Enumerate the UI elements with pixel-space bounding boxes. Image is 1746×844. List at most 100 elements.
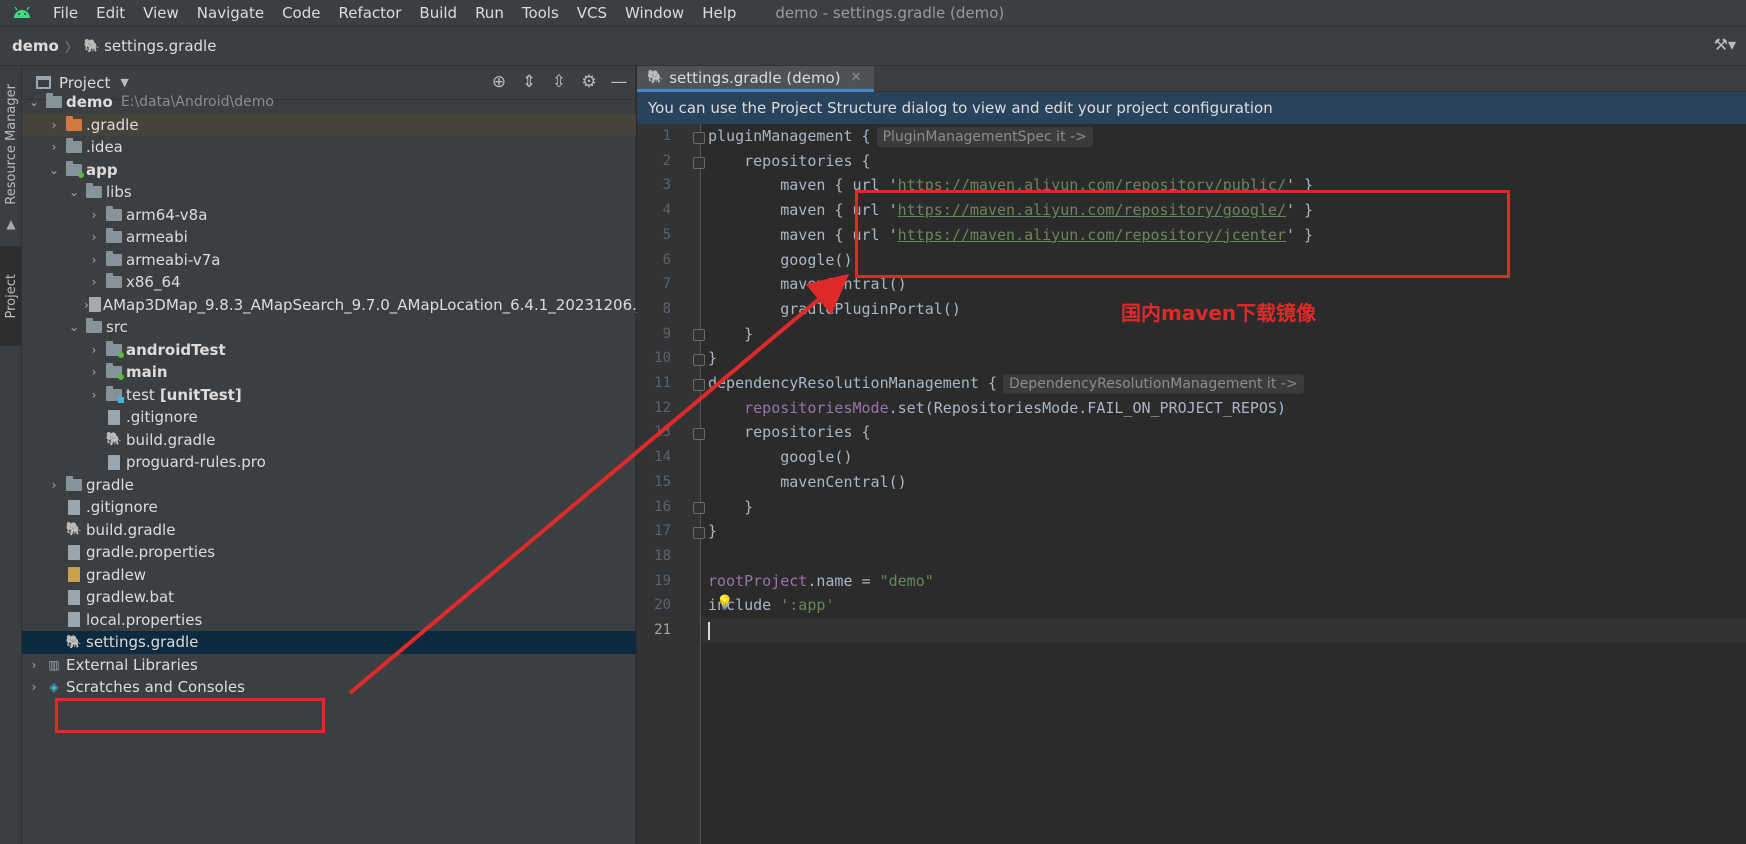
tree-row-libs[interactable]: ⌄ libs [22,181,636,204]
line-number: 11 [654,375,671,391]
code-line-14: google() [708,448,853,467]
collapse-all-icon[interactable]: ⇳ [549,72,569,92]
tab-project[interactable]: Project [0,246,22,346]
tab-settings-gradle[interactable]: 🐘 settings.gradle (demo) ✕ [637,66,874,92]
breadcrumb-file[interactable]: settings.gradle [104,37,216,55]
breadcrumb-project[interactable]: demo [12,37,59,55]
source-folder-icon [104,340,124,358]
line-number: 18 [654,547,671,564]
gear-icon[interactable]: ⚙ [579,72,599,92]
chevron-down-icon[interactable]: ⌄ [24,95,44,109]
expand-all-icon[interactable]: ⇕ [519,72,539,92]
menu-code[interactable]: Code [273,0,329,26]
tree-row-local-properties[interactable]: local.properties [22,609,636,632]
tree-row-armeabi-v7a[interactable]: › armeabi-v7a [22,249,636,272]
tree-label: gradle.properties [86,543,216,562]
chevron-right-icon[interactable]: › [24,658,44,672]
tree-row-armeabi[interactable]: › armeabi [22,226,636,249]
gradle-elephant-icon: 🐘 [65,522,83,538]
code-line-19: rootProject.name = "demo" [708,571,934,590]
chevron-right-icon[interactable]: › [84,253,104,267]
tree-row-dotgradle[interactable]: › .gradle [22,113,636,136]
tree-row-app[interactable]: ⌄ app [22,159,636,182]
close-icon[interactable]: ✕ [851,70,862,85]
folder-icon [104,228,124,245]
menu-tools[interactable]: Tools [513,0,568,26]
tree-row-x86-64[interactable]: › x86_64 [22,271,636,294]
chevron-right-icon[interactable]: › [44,118,64,132]
window-title: demo - settings.gradle (demo) [775,4,1005,22]
locate-icon[interactable]: ⊕ [489,72,509,92]
tree-row-gradlew[interactable]: gradlew [22,564,636,587]
tab-resource-manager[interactable]: Resource Manager [0,74,22,214]
line-number: 9 [662,325,671,342]
tree-row-test[interactable]: › test [unitTest] [22,384,636,407]
editor-tab-bar: 🐘 settings.gradle (demo) ✕ [637,66,1746,92]
hammer-icon[interactable]: ⚒▾ [1714,35,1736,54]
tree-row-app-build-gradle[interactable]: 🐘 build.gradle [22,429,636,452]
menu-refactor[interactable]: Refactor [329,0,410,26]
chevron-right-icon[interactable]: › [84,343,104,357]
line-number: 8 [662,300,671,317]
tree-row-root-gitignore[interactable]: .gitignore [22,496,636,519]
chevron-down-icon[interactable]: ⌄ [64,320,84,334]
chevron-down-icon[interactable]: ▼ [120,76,128,89]
tree-row-amap-jar[interactable]: › AMap3DMap_9.8.3_AMapSearch_9.7.0_AMapL… [22,294,656,317]
annotation-label: 国内maven下载镜像 [1121,301,1317,325]
tree-row-gradle[interactable]: › gradle [22,474,636,497]
line-number: 17 [654,523,671,540]
chevron-right-icon[interactable]: › [44,478,64,492]
tree-row-idea[interactable]: › .idea [22,136,636,159]
current-line-highlight [702,618,1746,643]
menu-navigate[interactable]: Navigate [188,0,273,26]
line-number: 16 [654,498,671,515]
tree-label: .gitignore [126,408,198,427]
line-number-current: 21 [654,622,671,638]
chevron-right-icon[interactable]: › [44,140,64,154]
tree-row-app-gitignore[interactable]: .gitignore [22,406,636,429]
menu-edit[interactable]: Edit [87,0,134,26]
menu-build[interactable]: Build [410,0,466,26]
folder-icon [44,93,64,110]
minimize-icon[interactable]: — [609,72,629,92]
tree-row-demo[interactable]: ⌄ demo E:\data\Android\demo [22,91,636,114]
lightbulb-icon[interactable]: 💡 [716,595,733,611]
chevron-right-icon[interactable]: › [84,275,104,289]
chevron-down-icon[interactable]: ⌄ [44,163,64,177]
tree-row-root-build-gradle[interactable]: 🐘 build.gradle [22,519,636,542]
tree-row-scratches[interactable]: › ◈ Scratches and Consoles [22,676,636,699]
chevron-right-icon[interactable]: › [84,388,104,402]
menu-window[interactable]: Window [616,0,693,26]
code-line-12: repositoriesMode.set(RepositoriesMode.FA… [744,398,1286,417]
menu-file[interactable]: File [44,0,87,26]
tree-row-proguard[interactable]: proguard-rules.pro [22,451,636,474]
project-panel-title[interactable]: Project [59,74,110,92]
resource-manager-label: Resource Manager [3,83,19,205]
menu-help[interactable]: Help [693,0,745,26]
chevron-down-icon[interactable]: ⌄ [64,185,84,199]
gradle-elephant-icon: 🐘 [647,70,664,85]
chevron-right-icon[interactable]: › [24,680,44,694]
library-icon: ▥ [48,657,60,672]
tree-row-androidtest[interactable]: › androidTest [22,339,636,362]
chevron-right-icon[interactable]: › [84,230,104,244]
tree-row-main[interactable]: › main [22,361,636,384]
tree-row-external-libraries[interactable]: › ▥ External Libraries [22,654,636,677]
inlay-hint: PluginManagementSpec it -> [876,127,1093,147]
tree-row-src[interactable]: ⌄ src [22,316,636,339]
tree-row-gradlew-bat[interactable]: gradlew.bat [22,586,636,609]
tree-row-gradle-properties[interactable]: gradle.properties [22,541,636,564]
folder-icon [84,183,104,200]
tree-row-settings-gradle[interactable]: 🐘 settings.gradle [22,631,636,654]
menu-run[interactable]: Run [466,0,513,26]
menu-vcs[interactable]: VCS [568,0,616,26]
tree-extra: [unitTest] [159,385,242,404]
tree-label: settings.gradle [86,633,199,652]
tree-label: External Libraries [66,655,198,674]
chevron-right-icon[interactable]: › [84,365,104,379]
chevron-right-icon[interactable]: › [84,208,104,222]
tree-label: build.gradle [86,520,176,539]
menu-view[interactable]: View [134,0,188,26]
gradle-elephant-icon: 🐘 [83,38,101,54]
tree-row-arm64[interactable]: › arm64-v8a [22,204,636,227]
